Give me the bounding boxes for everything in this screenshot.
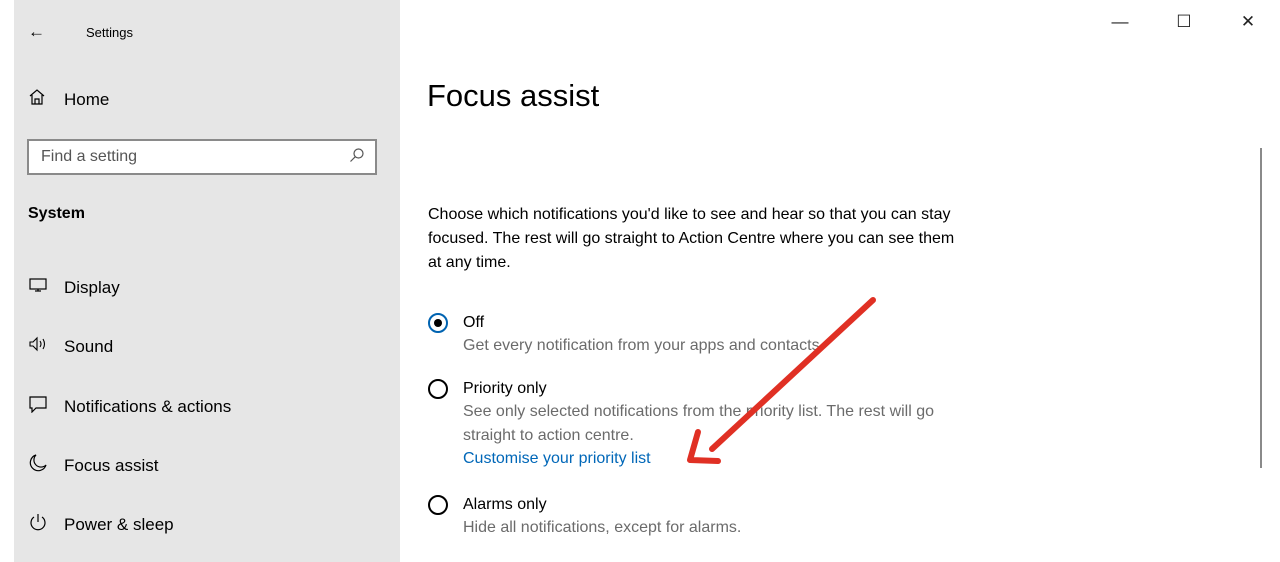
scrollbar[interactable]	[1260, 148, 1262, 468]
radio-button-priority-only[interactable]	[428, 379, 448, 399]
radio-option-off[interactable]: Off Get every notification from your app…	[428, 312, 963, 358]
option-label: Priority only	[463, 380, 547, 397]
option-label: Alarms only	[463, 496, 547, 513]
option-text: Alarms only Hide all notifications, exce…	[463, 494, 963, 540]
window-controls: — ☐ ✕	[1088, 12, 1280, 32]
search-icon[interactable]	[349, 147, 365, 168]
radio-option-priority-only[interactable]: Priority only See only selected notifica…	[428, 378, 963, 470]
option-label: Off	[463, 314, 485, 331]
back-arrow-icon[interactable]: ←	[28, 22, 48, 42]
option-description: Hide all notifications, except for alarm…	[463, 519, 742, 536]
sidebar-item-label: Sound	[64, 336, 114, 356]
moon-icon	[28, 454, 48, 477]
search-box	[27, 139, 377, 175]
page-description: Choose which notifications you'd like to…	[428, 206, 955, 271]
sidebar-item-power-sleep[interactable]: Power & sleep	[28, 513, 174, 536]
minimize-icon[interactable]: —	[1088, 12, 1152, 32]
option-text: Priority only See only selected notifica…	[463, 378, 963, 470]
option-description: See only selected notifications from the…	[463, 403, 935, 444]
sidebar-item-label: Focus assist	[64, 455, 159, 475]
speaker-icon	[28, 336, 48, 357]
power-icon	[28, 513, 48, 536]
radio-selected-dot	[434, 319, 442, 327]
sidebar-item-notifications[interactable]: Notifications & actions	[28, 395, 231, 418]
home-nav-item[interactable]: Home	[28, 88, 109, 111]
option-description: Get every notification from your apps an…	[463, 337, 825, 354]
close-icon[interactable]: ✕	[1216, 12, 1280, 32]
maximize-icon[interactable]: ☐	[1152, 12, 1216, 32]
home-label: Home	[64, 89, 110, 109]
radio-option-alarms-only[interactable]: Alarms only Hide all notifications, exce…	[428, 494, 963, 540]
notification-icon	[28, 395, 48, 418]
option-text: Off Get every notification from your app…	[463, 312, 963, 358]
home-icon	[28, 88, 48, 111]
radio-button-alarms-only[interactable]	[428, 495, 448, 515]
sidebar-item-label: Power & sleep	[64, 514, 174, 534]
radio-button-off[interactable]	[428, 313, 448, 333]
monitor-icon	[28, 277, 48, 298]
sidebar-item-label: Notifications & actions	[64, 396, 232, 416]
sidebar-item-sound[interactable]: Sound	[28, 336, 113, 357]
page-title: Focus assist	[427, 78, 600, 113]
sidebar-item-display[interactable]: Display	[28, 277, 120, 298]
window-title: Settings	[86, 24, 133, 40]
search-input[interactable]	[29, 141, 341, 173]
section-title: System	[28, 205, 85, 222]
customise-priority-list-link[interactable]: Customise your priority list	[463, 448, 963, 470]
sidebar-item-focus-assist[interactable]: Focus assist	[28, 454, 158, 477]
title-bar: ← Settings	[28, 22, 133, 42]
sidebar-item-label: Display	[64, 277, 120, 297]
